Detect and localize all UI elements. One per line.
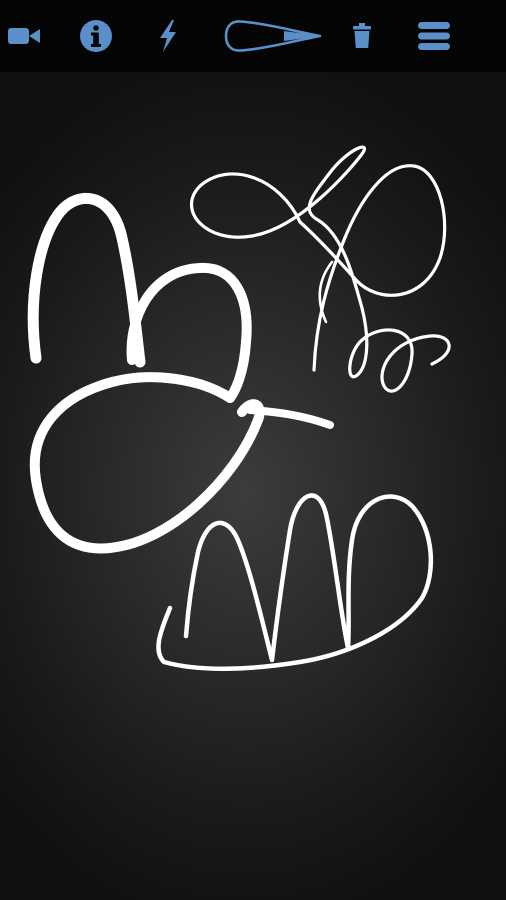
top-toolbar: [0, 0, 506, 73]
menu-button[interactable]: [410, 0, 458, 72]
video-camera-icon: [8, 28, 40, 44]
calligraphic-loop-flourish: [189, 145, 451, 393]
trash-icon: [353, 23, 371, 48]
brush-selector-button[interactable]: [222, 0, 326, 72]
effects-button[interactable]: [146, 0, 190, 72]
brush-letter-b: [27, 192, 334, 554]
record-video-button[interactable]: [2, 0, 46, 72]
drawing-strokes: [27, 145, 451, 671]
lightning-icon: [160, 20, 176, 52]
wave-arches-stroke: [156, 493, 434, 671]
info-button[interactable]: [74, 0, 118, 72]
menu-icon: [418, 22, 450, 50]
clear-canvas-button[interactable]: [340, 0, 384, 72]
brush-stroke-icon: [224, 20, 322, 52]
drawing-canvas[interactable]: [0, 72, 506, 900]
drawing-app: [0, 0, 506, 900]
info-icon: [80, 20, 112, 52]
